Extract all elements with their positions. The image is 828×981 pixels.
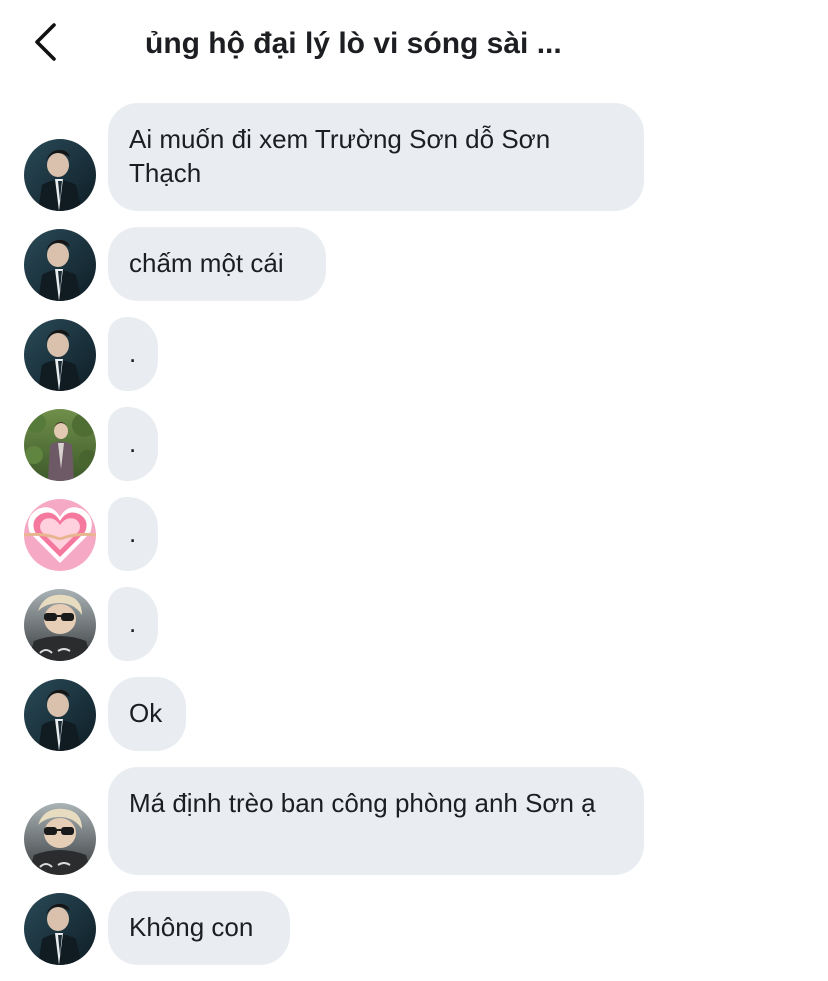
message-bubble[interactable]: Má định trèo ban công phòng anh Sơn ạ xyxy=(108,767,644,875)
back-button[interactable] xyxy=(24,20,68,64)
man-in-suit-avatar[interactable] xyxy=(24,319,96,391)
message-bubble[interactable]: . xyxy=(108,407,158,481)
message-bubble[interactable]: . xyxy=(108,497,158,571)
man-in-suit-avatar[interactable] xyxy=(24,139,96,211)
man-in-suit-avatar[interactable] xyxy=(24,229,96,301)
message-bubble[interactable]: Không con xyxy=(108,891,290,965)
man-in-suit-avatar[interactable] xyxy=(24,893,96,965)
chat-header: ủng hộ đại lý lò vi sóng sài ... xyxy=(0,0,828,86)
message-bubble[interactable]: . xyxy=(108,317,158,391)
man-in-suit-avatar[interactable] xyxy=(24,679,96,751)
message-bubble[interactable]: . xyxy=(108,587,158,661)
message-bubble[interactable]: Ai muốn đi xem Trường Sơn dỗ Sơn Thạch xyxy=(108,103,644,211)
message-bubble[interactable]: chấm một cái xyxy=(108,227,326,301)
man-with-sunglasses-avatar[interactable] xyxy=(24,589,96,661)
chat-title[interactable]: ủng hộ đại lý lò vi sóng sài ... xyxy=(145,24,665,64)
man-in-garden-avatar[interactable] xyxy=(24,409,96,481)
pink-heart-avatar[interactable] xyxy=(24,499,96,571)
message-bubble[interactable]: Ok xyxy=(108,677,186,751)
man-with-sunglasses-avatar[interactable] xyxy=(24,803,96,875)
chevron-left-icon xyxy=(35,23,56,61)
